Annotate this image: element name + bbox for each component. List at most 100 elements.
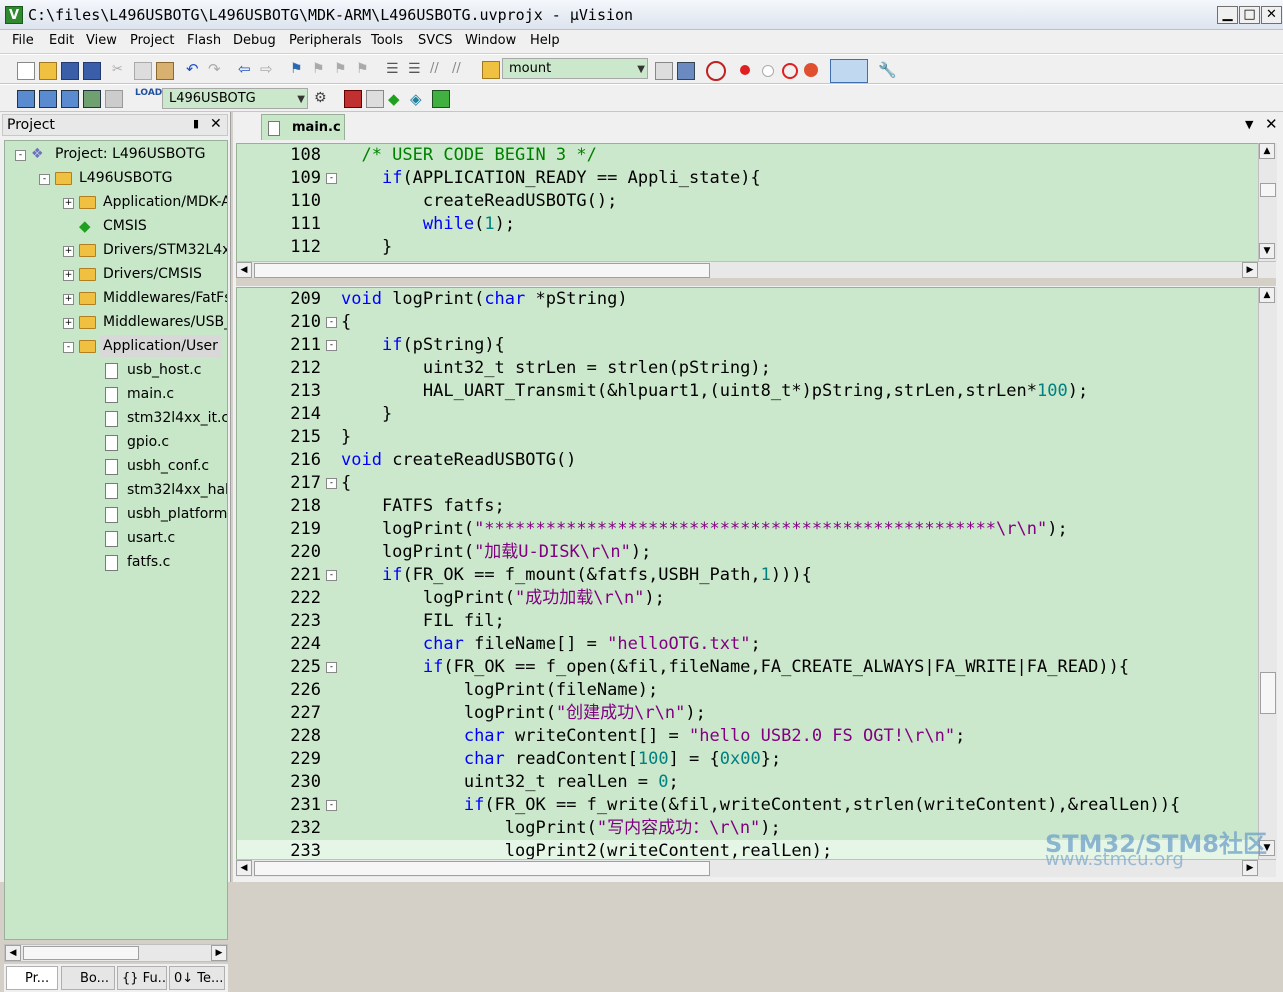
code-line[interactable]: 223 FIL fil; (237, 610, 1259, 633)
fold-collapse-icon[interactable]: - (326, 478, 337, 489)
target-options-icon[interactable]: ⚙ (314, 90, 330, 106)
back-icon[interactable]: ⇦ (238, 60, 254, 78)
code-line[interactable]: 111 while(1); (237, 213, 1259, 236)
scroll-down-icon[interactable]: ▼ (1259, 243, 1275, 259)
menu-view[interactable]: View (86, 33, 117, 48)
tree-item[interactable]: usbh_conf.c (5, 455, 227, 477)
close-button[interactable]: ✕ (1261, 6, 1282, 24)
prev-bookmark-icon[interactable]: ⚑ (312, 61, 328, 77)
window-layout-icon[interactable] (830, 59, 868, 83)
tree-item[interactable]: + Middlewares/FatFs (5, 287, 227, 309)
chevron-down-icon[interactable]: ▼ (637, 60, 645, 79)
tree-item[interactable]: fatfs.c (5, 551, 227, 573)
tree-item[interactable]: + Drivers/CMSIS (5, 263, 227, 285)
top-vertical-scrollbar[interactable]: ▲ ▼ (1258, 143, 1277, 261)
menu-edit[interactable]: Edit (49, 33, 74, 48)
scroll-left-icon[interactable]: ◀ (5, 945, 21, 961)
breakpoint-icon[interactable] (740, 65, 750, 75)
tab-templates[interactable]: 0↓ Te... (169, 966, 225, 990)
scroll-thumb[interactable] (1260, 183, 1276, 197)
code-line[interactable]: 225- if(FR_OK == f_open(&fil,fileName,FA… (237, 656, 1259, 679)
disable-all-breakpoints-icon[interactable] (782, 63, 798, 79)
indent-icon[interactable]: ☰ (386, 61, 402, 77)
debug-session-icon[interactable] (706, 61, 726, 81)
code-line[interactable]: 215} (237, 426, 1259, 449)
code-line[interactable]: 224 char fileName[] = "helloOTG.txt"; (237, 633, 1259, 656)
uncomment-icon[interactable]: // (452, 61, 468, 77)
incremental-find-icon[interactable] (677, 62, 695, 80)
configure-icon[interactable]: 🔧 (878, 61, 897, 79)
tree-item[interactable]: stm32l4xx_it.c (5, 407, 227, 429)
scroll-right-icon[interactable]: ▶ (1242, 262, 1258, 278)
scroll-up-icon[interactable]: ▲ (1259, 287, 1275, 303)
code-line[interactable]: 227 logPrint("创建成功\r\n"); (237, 702, 1259, 725)
clear-bookmarks-icon[interactable]: ⚑ (356, 61, 372, 77)
menu-debug[interactable]: Debug (233, 33, 276, 48)
code-line[interactable]: 216 void createReadUSBOTG() (237, 449, 1259, 472)
bottom-vertical-scrollbar[interactable]: ▲ ▼ (1258, 287, 1277, 859)
batch-build-icon[interactable] (83, 90, 101, 108)
save-icon[interactable] (61, 62, 79, 80)
code-line[interactable]: 108 /* USER CODE BEGIN 3 */ (237, 144, 1259, 167)
pin-icon[interactable]: ▮ (193, 117, 199, 130)
tree-item[interactable]: usb_host.c (5, 359, 227, 381)
scroll-up-icon[interactable]: ▲ (1259, 143, 1275, 159)
menu-window[interactable]: Window (465, 33, 516, 48)
code-line[interactable]: 228 char writeContent[] = "hello USB2.0 … (237, 725, 1259, 748)
chevron-down-icon[interactable]: ▼ (297, 90, 305, 109)
stop-build-icon[interactable] (105, 90, 123, 108)
scroll-thumb[interactable] (1260, 672, 1276, 714)
new-file-icon[interactable] (17, 62, 35, 80)
target-combo[interactable]: L496USBOTG ▼ (162, 88, 308, 109)
menu-help[interactable]: Help (530, 33, 560, 48)
find-icon[interactable] (655, 62, 673, 80)
tree-item[interactable]: + Application/MDK-ARM (5, 191, 227, 213)
tree-item[interactable]: - L496USBOTG (5, 167, 227, 189)
tree-item[interactable]: main.c (5, 383, 227, 405)
tree-item[interactable]: - Application/User (5, 335, 227, 357)
splitter[interactable] (236, 278, 1276, 286)
fold-collapse-icon[interactable]: - (326, 173, 337, 184)
close-tab-icon[interactable]: ✕ (1265, 115, 1278, 133)
collapse-icon[interactable]: - (39, 174, 50, 185)
tab-main-c[interactable]: main.c (261, 114, 345, 140)
scroll-thumb[interactable] (23, 946, 139, 960)
scroll-left-icon[interactable]: ◀ (236, 860, 252, 876)
disable-breakpoint-icon[interactable] (762, 65, 774, 77)
scroll-left-icon[interactable]: ◀ (236, 262, 252, 278)
expand-icon[interactable]: + (63, 198, 74, 209)
bookmark-icon[interactable]: ⚑ (290, 61, 306, 77)
code-line[interactable]: 220 logPrint("加载U-DISK\r\n"); (237, 541, 1259, 564)
code-line[interactable]: 210-{ (237, 311, 1259, 334)
find-combo[interactable]: mount ▼ (502, 58, 648, 79)
fold-collapse-icon[interactable]: - (326, 662, 337, 673)
expand-icon[interactable]: + (63, 270, 74, 281)
menu-svcs[interactable]: SVCS (418, 33, 452, 48)
code-line[interactable]: 212 uint32_t strLen = strlen(pString); (237, 357, 1259, 380)
maximize-button[interactable]: □ (1239, 6, 1260, 24)
code-line[interactable]: 226 logPrint(fileName); (237, 679, 1259, 702)
scroll-right-icon[interactable]: ▶ (211, 945, 227, 961)
find-in-files-icon[interactable] (482, 61, 500, 79)
code-pane-bottom[interactable]: 209 void logPrint(char *pString) 210-{211-… (236, 287, 1260, 861)
code-line[interactable]: 110 createReadUSBOTG(); (237, 190, 1259, 213)
scroll-thumb[interactable] (254, 861, 710, 876)
tree-item[interactable]: gpio.c (5, 431, 227, 453)
code-line[interactable]: 109- if(APPLICATION_READY == Appli_state… (237, 167, 1259, 190)
fold-collapse-icon[interactable]: - (326, 340, 337, 351)
code-line[interactable]: 213 HAL_UART_Transmit(&hlpuart1,(uint8_t… (237, 380, 1259, 403)
kill-breakpoints-icon[interactable] (804, 63, 818, 77)
code-line[interactable]: 217-{ (237, 472, 1259, 495)
code-line[interactable]: 112 } (237, 236, 1259, 259)
fold-collapse-icon[interactable]: - (326, 800, 337, 811)
unindent-icon[interactable]: ☰ (408, 61, 424, 77)
rebuild-icon[interactable] (61, 90, 79, 108)
tab-functions[interactable]: {} Fu... (117, 966, 167, 990)
code-line[interactable]: 214 } (237, 403, 1259, 426)
tree-item[interactable]: - ❖ Project: L496USBOTG (5, 143, 227, 165)
scroll-thumb[interactable] (254, 263, 710, 278)
code-line[interactable]: 218 FATFS fatfs; (237, 495, 1259, 518)
tab-books[interactable]: Bo... (61, 966, 115, 990)
scroll-right-icon[interactable]: ▶ (1242, 860, 1258, 876)
comment-icon[interactable]: // (430, 61, 446, 77)
